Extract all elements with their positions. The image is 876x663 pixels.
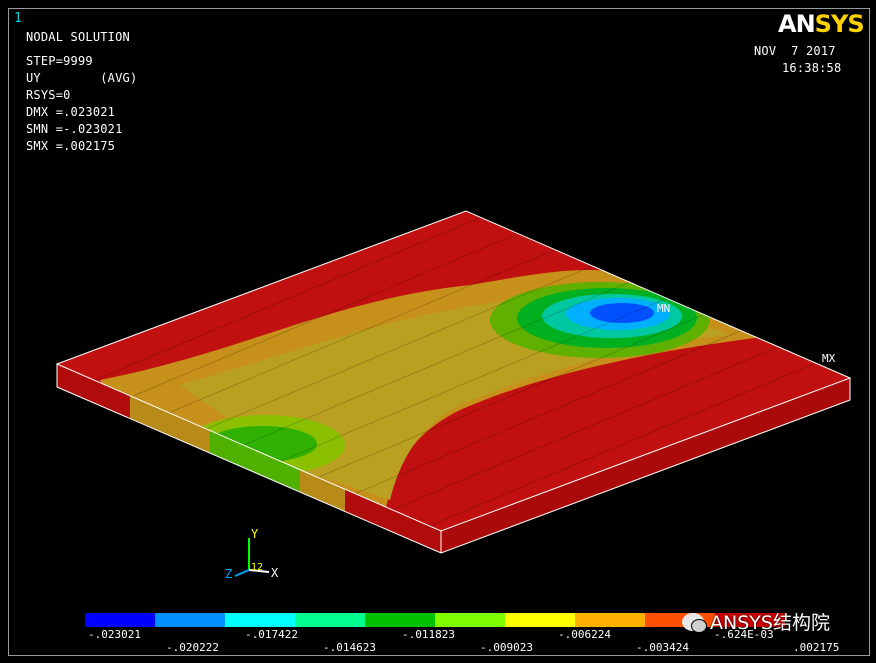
legend-label-lower-1: -.020222 (166, 641, 219, 654)
legend-label-upper-3: -.011823 (402, 628, 455, 641)
chat-bubble-icon (682, 612, 707, 633)
triad-number: 12 (251, 562, 263, 573)
contour-plate: MN MX (55, 210, 852, 554)
legend-label-lower-5: .002175 (793, 641, 840, 654)
axis-y-label: Y (251, 527, 259, 541)
contour-legend-bar (85, 613, 785, 627)
legend-swatch-1 (85, 613, 155, 627)
watermark-text: ANSYS结构院 (710, 612, 830, 634)
coordinate-triad: Y X Z 12 (225, 527, 279, 581)
legend-label-upper-2: -.017422 (245, 628, 298, 641)
legend-swatch-7 (505, 613, 575, 627)
axis-x-label: X (271, 566, 279, 580)
legend-label-lower-4: -.003424 (636, 641, 689, 654)
axis-z-label: Z (225, 567, 232, 581)
legend-swatch-2 (155, 613, 225, 627)
watermark: ANSYS结构院 (682, 608, 830, 635)
legend-label-lower-2: -.014623 (323, 641, 376, 654)
legend-label-upper-4: -.006224 (558, 628, 611, 641)
z-axis-line (234, 569, 250, 577)
legend-swatch-4 (295, 613, 365, 627)
max-marker: MX (822, 352, 836, 365)
legend-swatch-6 (435, 613, 505, 627)
legend-label-upper-1: -.023021 (88, 628, 141, 641)
legend-swatch-5 (365, 613, 435, 627)
min-marker: MN (657, 302, 670, 315)
legend-swatch-3 (225, 613, 295, 627)
legend-swatch-8 (575, 613, 645, 627)
legend-label-lower-3: -.009023 (480, 641, 533, 654)
